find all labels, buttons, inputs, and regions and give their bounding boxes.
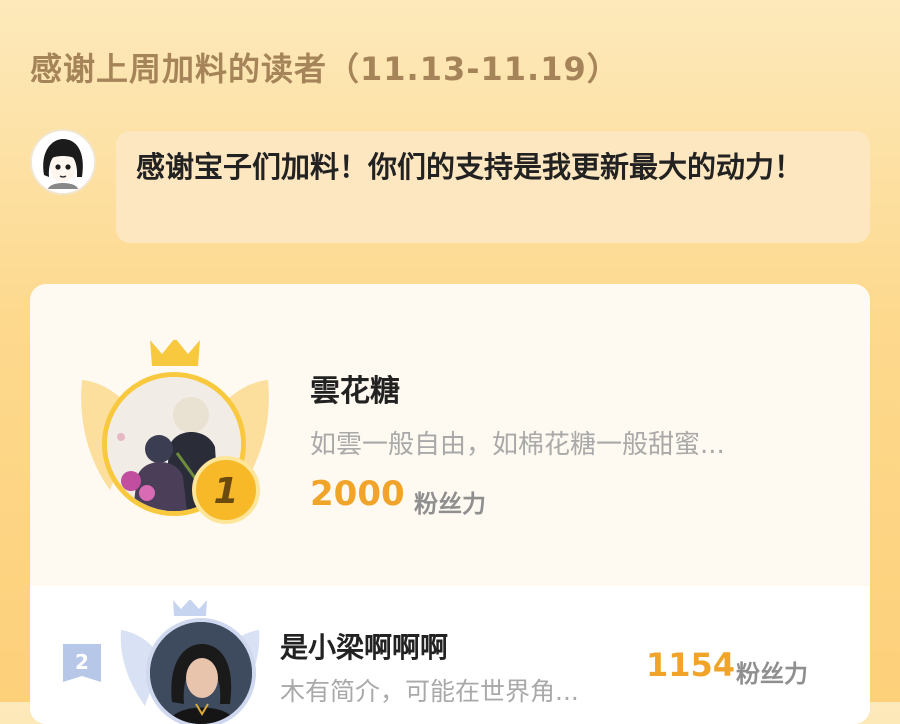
supporters-ranking-card: 1 雲花糖 如雲一般自由，如棉花糖一般甜蜜... 2000 粉丝力 2 是小梁啊… (30, 284, 870, 724)
fan-power-label: 粉丝力 (736, 660, 808, 688)
rank-2-badge-icon: 2 (63, 644, 101, 682)
ranking-item-1[interactable]: 1 雲花糖 如雲一般自由，如棉花糖一般甜蜜... 2000 粉丝力 (30, 284, 870, 586)
ranking-item-2[interactable]: 2 是小梁啊啊啊 木有简介，可能在世界角... 1154 粉丝力 (30, 586, 870, 724)
author-avatar[interactable] (30, 129, 96, 195)
supporter-name: 是小梁啊啊啊 (280, 631, 449, 664)
rank-2-number: 2 (75, 650, 89, 674)
page-title: 感谢上周加料的读者（11.13-11.19） (30, 50, 620, 88)
rank-1-number: 1 (213, 471, 238, 512)
fan-power-value: 2000 (310, 474, 405, 514)
fan-power-label: 粉丝力 (414, 490, 486, 518)
supporter-intro: 木有简介，可能在世界角... (280, 677, 579, 706)
supporter-name: 雲花糖 (310, 374, 400, 409)
rank-1-medal-icon: 1 (192, 456, 260, 524)
avatar (146, 618, 256, 724)
avatar-image (150, 622, 252, 724)
author-avatar-image (32, 131, 94, 193)
fan-power-value: 1154 (646, 646, 736, 684)
author-message-text: 感谢宝子们加料！你们的支持是我更新最大的动力！ (136, 150, 804, 184)
author-message-bubble: 感谢宝子们加料！你们的支持是我更新最大的动力！ (116, 131, 870, 243)
supporter-intro: 如雲一般自由，如棉花糖一般甜蜜... (310, 430, 725, 460)
